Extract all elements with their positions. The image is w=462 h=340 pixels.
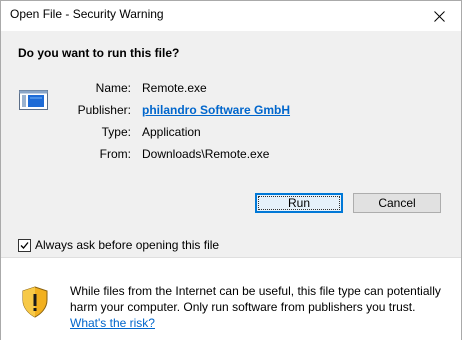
run-button[interactable]: Run bbox=[255, 193, 343, 213]
always-ask-label: Always ask before opening this file bbox=[35, 238, 220, 252]
file-source-value: Downloads\Remote.exe bbox=[142, 147, 270, 161]
file-name-value: Remote.exe bbox=[142, 81, 207, 95]
checkmark-icon bbox=[20, 241, 29, 249]
focus-ring bbox=[258, 196, 340, 210]
property-row-publisher: Publisher: philandro Software GmbH bbox=[1, 103, 461, 121]
property-label: Name: bbox=[95, 81, 131, 95]
security-shield-icon bbox=[22, 286, 48, 318]
dialog-body: Do you want to run this file? Name: Remo… bbox=[1, 31, 461, 258]
property-row-name: Name: Remote.exe bbox=[1, 81, 461, 99]
property-label: Publisher: bbox=[77, 103, 131, 117]
always-ask-option[interactable]: Always ask before opening this file bbox=[18, 238, 219, 252]
warning-message: While files from the Internet can be use… bbox=[70, 283, 455, 331]
title-bar: Open File - Security Warning bbox=[1, 1, 461, 31]
property-label: Type: bbox=[101, 125, 131, 139]
property-row-type: Type: Application bbox=[1, 125, 461, 143]
warning-line: While files from the Internet can be use… bbox=[70, 284, 441, 298]
dialog-question: Do you want to run this file? bbox=[18, 46, 180, 60]
property-row-from: From: Downloads\Remote.exe bbox=[1, 147, 461, 165]
cancel-button-label: Cancel bbox=[378, 196, 416, 210]
property-label: From: bbox=[99, 147, 131, 161]
cancel-button[interactable]: Cancel bbox=[353, 193, 441, 213]
always-ask-checkbox[interactable] bbox=[18, 238, 31, 252]
whats-the-risk-link[interactable]: What's the risk? bbox=[70, 316, 155, 330]
warning-section: While files from the Internet can be use… bbox=[1, 258, 461, 340]
close-button[interactable] bbox=[417, 1, 461, 31]
window-title: Open File - Security Warning bbox=[10, 7, 164, 21]
warning-line: harm your computer. Only run software fr… bbox=[70, 300, 416, 314]
file-type-value: Application bbox=[142, 125, 201, 139]
publisher-link[interactable]: philandro Software GmbH bbox=[142, 103, 290, 117]
security-warning-dialog: Open File - Security Warning Do you want… bbox=[0, 0, 462, 340]
close-icon bbox=[433, 10, 445, 22]
